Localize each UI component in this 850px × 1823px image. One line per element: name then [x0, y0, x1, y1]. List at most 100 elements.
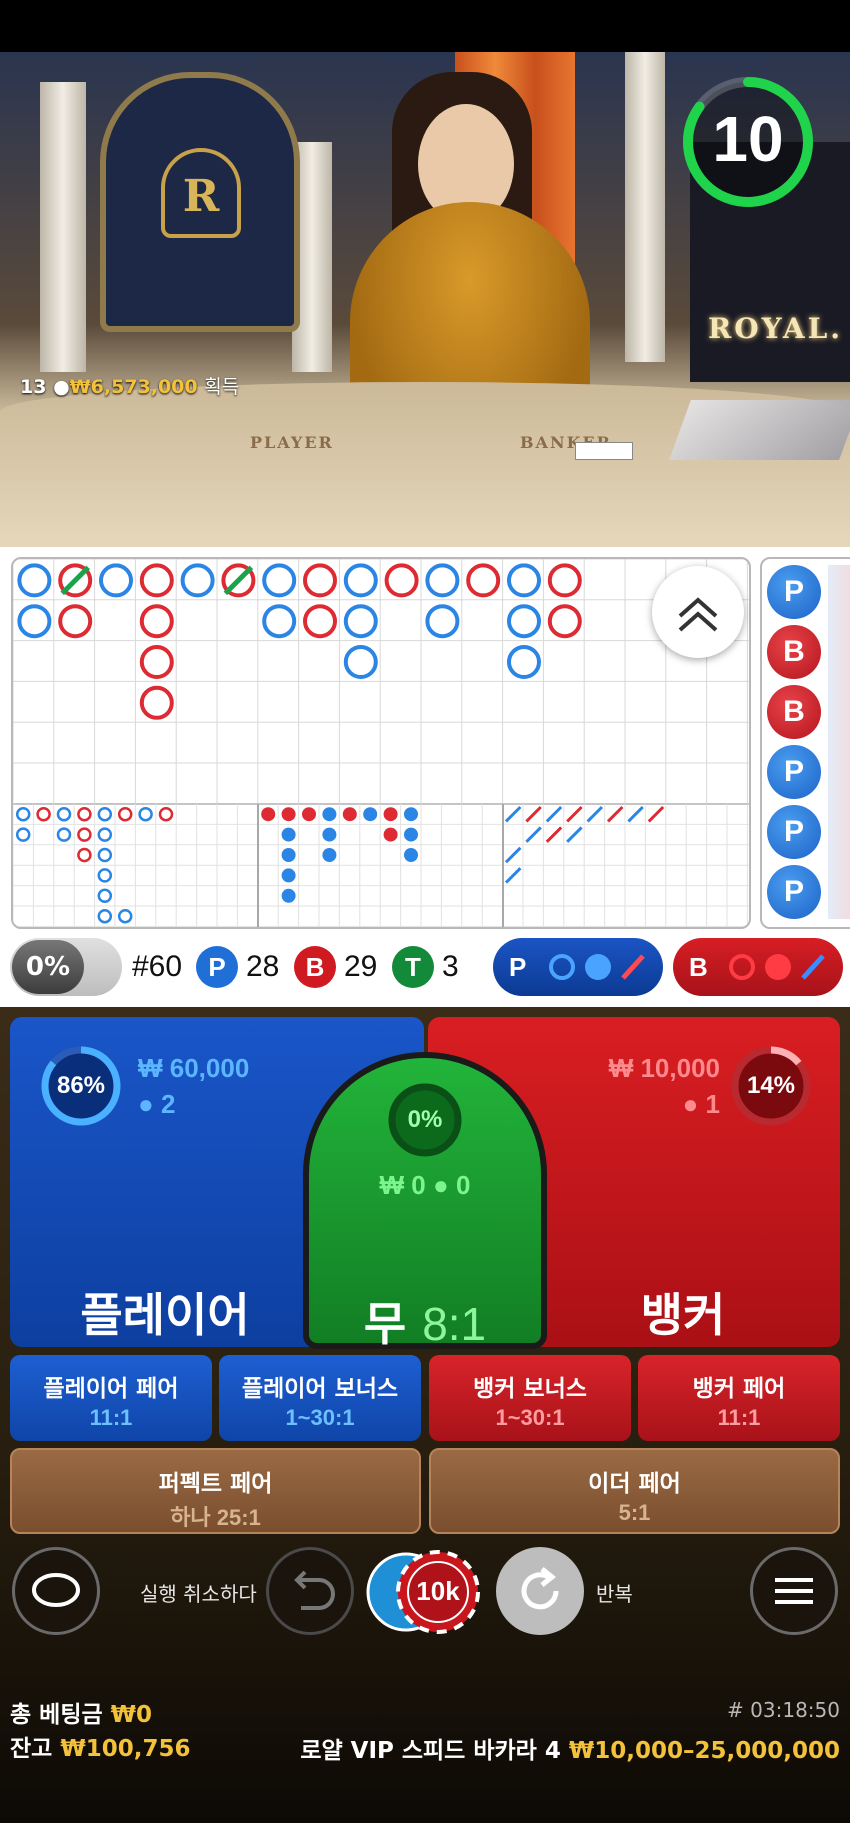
big-eye-marker [77, 827, 92, 842]
user-icon: ● [433, 1170, 449, 1200]
bead-player: P [767, 565, 821, 619]
player-bonus-payout: 1~30:1 [285, 1405, 355, 1430]
bet-either-pair[interactable]: 이더 페어 5:1 [429, 1448, 840, 1534]
player-bonus-label: 플레이어 보너스 [241, 1376, 399, 1402]
stats-toggle[interactable]: 0% [10, 938, 122, 996]
big-road-marker [507, 645, 541, 679]
predict-player-icons [549, 954, 645, 980]
cockroach-road-marker [545, 826, 563, 843]
banker-pair-label: 뱅커 페어 [692, 1376, 786, 1402]
live-video: R ROYAL. PLAYER BANKER 10 13 ●₩6,573,000… [0, 52, 850, 547]
bet-perfect-pair[interactable]: 퍼펙트 페어 하나 25:1 [10, 1448, 421, 1534]
big-road-marker [343, 604, 378, 639]
chip-value: 10k [416, 1576, 460, 1606]
bead-player: P [767, 865, 821, 919]
total-bet-label: 총 베팅금 [10, 1702, 103, 1728]
bead-player: P [767, 805, 821, 859]
big-road-marker [17, 563, 52, 598]
tie-label-group: 무 8:1 [309, 1288, 541, 1354]
small-road-marker [281, 827, 296, 842]
cockroach-road-marker [525, 826, 542, 843]
big-eye-marker [97, 847, 113, 863]
wallet-info: 총 베팅금 ₩0 잔고 ₩100,756 [10, 1698, 190, 1766]
cockroach-road-marker [504, 805, 522, 823]
user-icon: ● [53, 376, 70, 398]
big-eye-marker [97, 908, 113, 924]
predict-banker-icons [729, 954, 825, 980]
collapse-roadmap-button[interactable] [652, 566, 744, 658]
pillar-left [40, 82, 86, 372]
tie-bettors-count: 0 [455, 1170, 471, 1200]
big-road-marker [425, 563, 460, 598]
bead-road[interactable]: P B B P P P [760, 557, 850, 929]
chat-bubble-icon [32, 1573, 80, 1607]
cockroach-road-marker [504, 846, 522, 864]
predict-player-button[interactable]: P [493, 938, 663, 996]
bet-banker-bonus[interactable]: 뱅커 보너스 1~30:1 [429, 1355, 631, 1441]
tie-percent: 0% [407, 1106, 443, 1133]
table-limits: ₩10,000–25,000,000 [568, 1738, 840, 1764]
player-count-badge: P [196, 946, 238, 988]
bet-spot-tie[interactable]: 0% ₩ 0 ● 0 무 8:1 [303, 1052, 547, 1351]
small-road-marker [404, 848, 418, 862]
banker-count: 29 [344, 950, 378, 983]
bet-banker-pair[interactable]: 뱅커 페어 11:1 [638, 1355, 840, 1441]
banker-bonus-payout: 1~30:1 [495, 1405, 565, 1430]
big-road-marker [262, 563, 297, 598]
chip-selector[interactable]: 10k [366, 1546, 486, 1636]
bet-player-bonus[interactable]: 플레이어 보너스 1~30:1 [219, 1355, 421, 1441]
small-road-marker [383, 827, 398, 842]
cockroach-road-marker [627, 805, 644, 823]
undo-icon [294, 1570, 335, 1610]
winnings-label: 획득 [204, 376, 240, 398]
big-eye-marker [97, 827, 113, 842]
banker-label: 뱅커 [640, 1288, 726, 1342]
repeat-button[interactable] [496, 1547, 584, 1635]
tie-label: 무 [363, 1297, 407, 1351]
bead-banker: B [767, 685, 821, 739]
road-grid [13, 559, 749, 927]
big-road-marker [303, 604, 337, 639]
balance-value: ₩100,756 [60, 1736, 191, 1762]
small-road-marker [281, 868, 296, 883]
user-icon: ● [138, 1089, 154, 1119]
predict-banker-button[interactable]: B [673, 938, 843, 996]
table-info: 로얄 VIP 스피드 바카라 4 ₩10,000–25,000,000 [280, 1731, 840, 1765]
big-road-marker [303, 563, 337, 598]
repeat-icon [521, 1567, 559, 1610]
big-road-marker [139, 645, 174, 679]
predict-player-label: P [509, 952, 527, 982]
predict-banker-label: B [689, 952, 708, 982]
small-road-marker [342, 807, 357, 822]
big-road-map[interactable] [11, 557, 751, 929]
either-pair-label: 이더 페어 [588, 1471, 681, 1497]
undo-button[interactable] [266, 1547, 354, 1635]
big-eye-marker [117, 908, 133, 924]
countdown-timer: 10 [712, 103, 784, 175]
round-number: #60 [132, 950, 183, 983]
bet-player-pair[interactable]: 플레이어 페어 11:1 [10, 1355, 212, 1441]
big-road-marker [466, 563, 501, 598]
chat-button[interactable] [12, 1547, 100, 1635]
royal-crest-panel: R [100, 72, 300, 332]
big-road-marker [262, 604, 297, 639]
total-bet-value: ₩0 [110, 1702, 153, 1728]
tie-slash [60, 565, 90, 596]
tie-payout: 8:1 [422, 1298, 487, 1350]
big-road-marker [17, 604, 52, 639]
small-road-marker [281, 848, 296, 862]
bead-banker: B [767, 625, 821, 679]
banker-bonus-label: 뱅커 보너스 [473, 1376, 587, 1402]
banker-bet-amount: ₩ 10,000 [608, 1053, 720, 1083]
small-road-marker [404, 827, 418, 842]
player-bettors-count: 2 [160, 1089, 176, 1119]
big-road-marker [343, 563, 378, 598]
user-icon: ● [682, 1089, 699, 1119]
menu-button[interactable] [750, 1547, 838, 1635]
table-name: 로얄 VIP 스피드 바카라 4 [300, 1738, 561, 1764]
small-road-marker [281, 807, 296, 822]
playing-card [575, 442, 633, 460]
small-road-marker [363, 807, 378, 822]
player-pair-label: 플레이어 페어 [43, 1376, 179, 1402]
banker-pair-payout: 11:1 [717, 1405, 761, 1430]
